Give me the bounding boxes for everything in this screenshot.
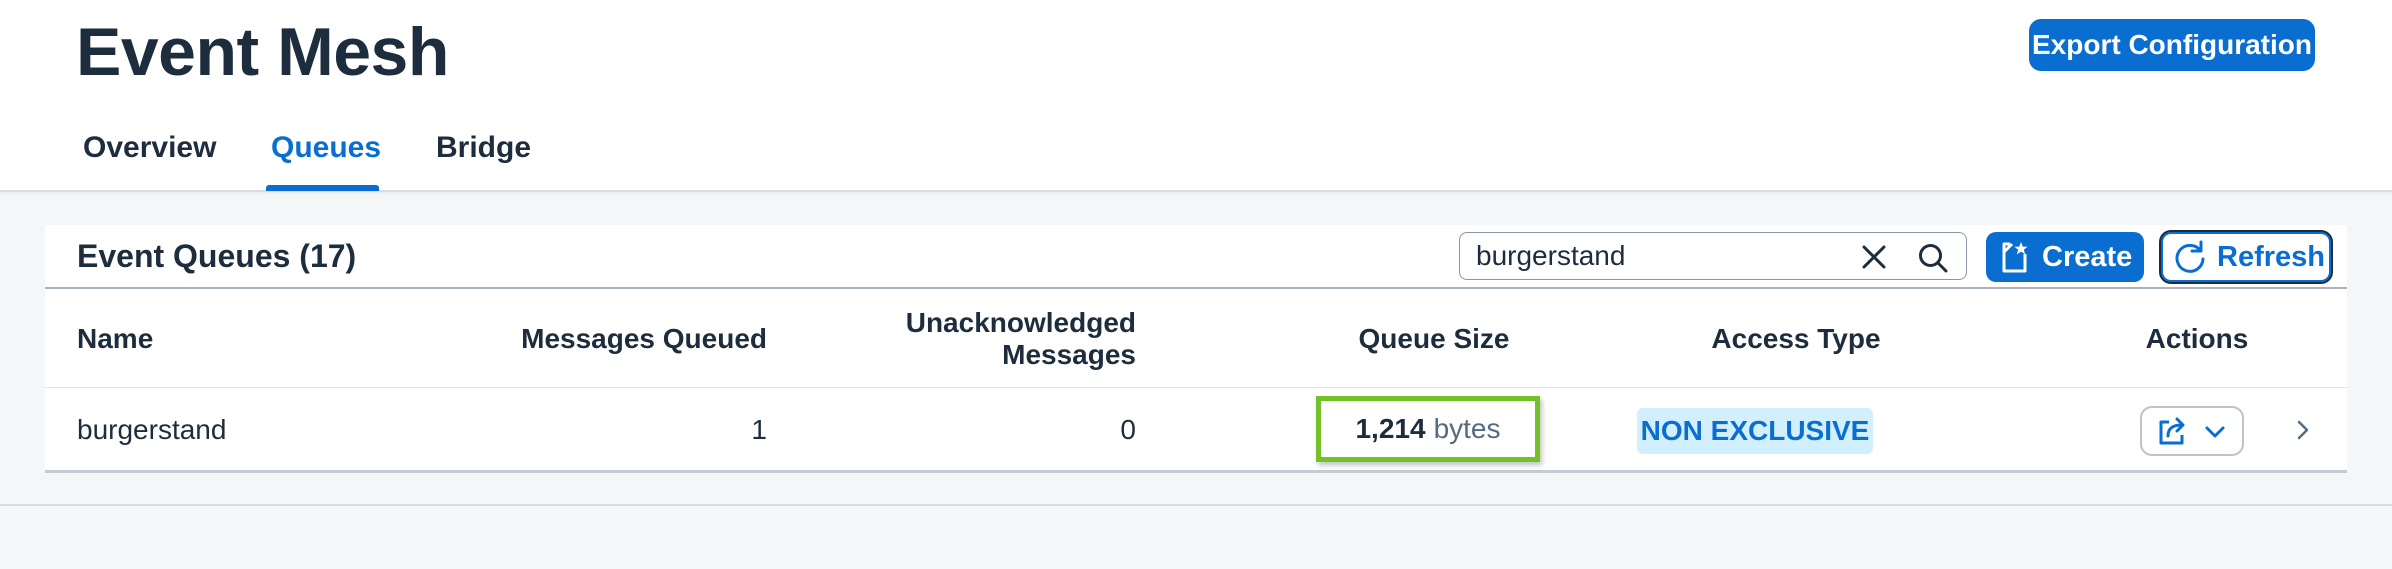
page-divider [0,504,2392,506]
column-header-unacknowledged-line2: Messages [1002,339,1136,370]
row-actions-menu-button[interactable] [2140,406,2244,456]
share-icon [2159,417,2185,445]
queue-size-value: 1,214 [1355,413,1426,444]
queue-size-unit: bytes [1433,413,1501,444]
column-header-access-type[interactable]: Access Type [1646,323,1946,355]
search-input[interactable] [1476,239,1846,273]
column-header-unacknowledged-messages[interactable]: Unacknowledged Messages [836,307,1136,371]
create-button-label: Create [2042,240,2133,273]
column-header-actions: Actions [2145,323,2249,354]
unacknowledged-cell: 0 [1120,414,1136,445]
messages-queued-cell: 1 [751,414,767,445]
queue-size-cell: 1,214 bytes [1316,396,1540,462]
clear-icon[interactable] [1860,243,1888,271]
tab-overview[interactable]: Overview [83,128,216,168]
search-field[interactable] [1459,232,1967,280]
queue-name-cell: burgerstand [77,414,227,445]
chevron-right-icon[interactable] [2294,418,2312,442]
tab-bridge[interactable]: Bridge [436,128,531,168]
search-icon[interactable] [1918,243,1948,273]
create-button[interactable]: Create [1986,232,2144,282]
panel-title: Event Queues (17) [77,238,357,274]
refresh-button-label: Refresh [2217,240,2325,273]
create-icon [2002,242,2028,273]
refresh-icon [2175,240,2205,273]
chevron-down-icon [2205,426,2225,438]
toolbar-divider [45,287,2347,289]
column-header-name[interactable]: Name [77,323,153,355]
export-configuration-button[interactable]: Export Configuration [2029,19,2315,71]
active-tab-indicator [266,185,379,191]
column-header-unacknowledged-line1: Unacknowledged [905,307,1136,338]
column-header-messages-queued[interactable]: Messages Queued [460,323,767,355]
table-bottom-border [45,470,2347,473]
table-header-divider [45,387,2347,388]
page-title: Event Mesh [76,14,449,90]
app-header: Event Mesh Export Configuration Overview… [0,0,2392,192]
column-header-queue-size[interactable]: Queue Size [1300,323,1568,355]
tab-queues[interactable]: Queues [271,128,381,168]
access-type-badge: NON EXCLUSIVE [1637,408,1873,454]
refresh-button[interactable]: Refresh [2161,232,2331,282]
